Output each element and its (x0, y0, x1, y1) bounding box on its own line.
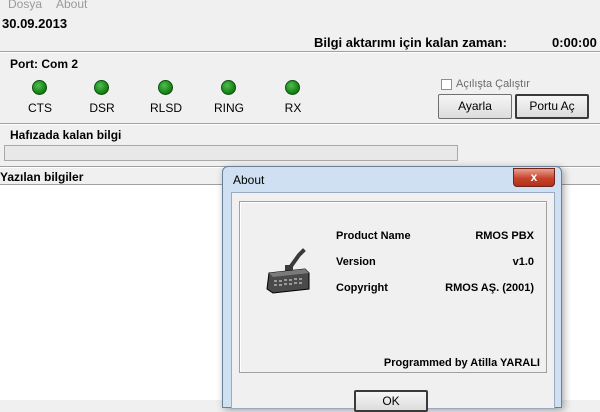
version-value: v1.0 (512, 256, 534, 268)
menu-file[interactable]: Dosya (8, 0, 42, 11)
product-name-value: RMOS PBX (475, 230, 534, 242)
led-ring-icon (221, 80, 236, 95)
setup-button[interactable]: Ayarla (438, 94, 512, 119)
modem-icon (266, 248, 310, 294)
led-dsr-label: DSR (89, 101, 115, 115)
menu-bar: Dosya About (0, 0, 600, 13)
ok-button[interactable]: OK (354, 390, 428, 412)
port-label: Port: Com 2 (10, 57, 79, 71)
led-dsr-icon (94, 80, 109, 95)
info-panel: Product Name RMOS PBX Version v1.0 Copyr… (239, 201, 547, 373)
remaining-time-value: 0:00:00 (552, 35, 597, 50)
autostart-checkbox[interactable]: Açılışta Çalıştır (441, 78, 530, 90)
led-cts-label: CTS (28, 101, 52, 115)
written-info-label: Yazılan bilgiler (0, 170, 84, 184)
copyright-value: RMOS AŞ. (2001) (445, 282, 534, 294)
led-rx-label: RX (284, 101, 302, 115)
date-label: 30.09.2013 (2, 16, 68, 31)
led-rlsd-label: RLSD (149, 101, 182, 115)
autostart-label: Açılışta Çalıştır (456, 78, 530, 90)
led-rlsd-icon (158, 80, 173, 95)
dialog-title: About (233, 173, 265, 187)
memory-progress-bar (4, 145, 458, 161)
menu-about[interactable]: About (56, 0, 87, 11)
separator (0, 123, 600, 125)
checkbox-box[interactable] (441, 78, 452, 90)
remaining-time-label: Bilgi aktarımı için kalan zaman: (314, 35, 507, 50)
author-label: Programmed by Atilla YARALI (383, 357, 540, 369)
dialog-body: Product Name RMOS PBX Version v1.0 Copyr… (231, 192, 555, 412)
about-dialog: About x Product Name RMOS PBX Version v1… (222, 166, 562, 412)
version-label: Version (336, 256, 376, 268)
separator (0, 51, 600, 53)
close-icon[interactable]: x (513, 168, 555, 187)
open-port-button[interactable]: Portu Aç (515, 94, 589, 119)
led-rx-icon (285, 80, 300, 95)
copyright-label: Copyright (336, 282, 388, 294)
memory-label: Hafızada kalan bilgi (10, 128, 122, 142)
led-ring-label: RING (214, 101, 244, 115)
led-cts-icon (32, 80, 47, 95)
product-name-label: Product Name (336, 230, 411, 242)
